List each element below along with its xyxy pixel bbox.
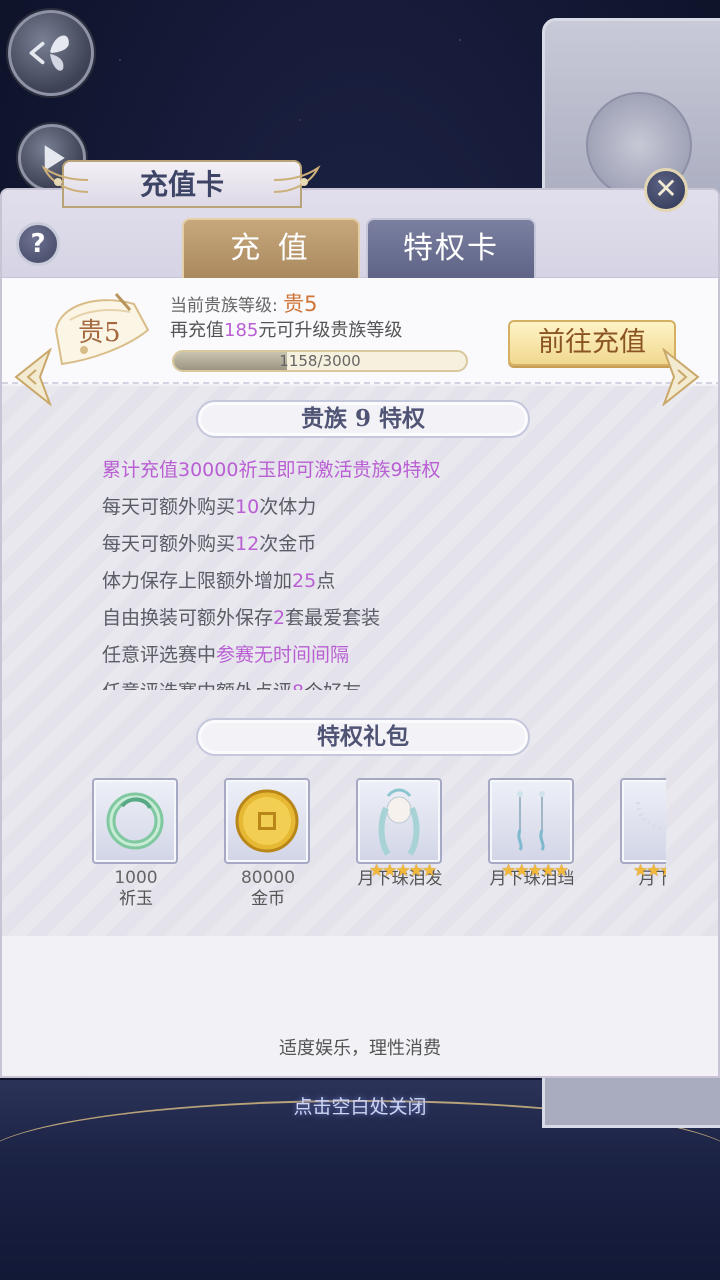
gift-pack-section-title: 特权礼包 xyxy=(196,718,530,756)
title-flourish-left-icon xyxy=(41,165,89,193)
privilege-item: 自由换装可额外保存2套最爱套装 xyxy=(102,607,381,629)
privilege-item: 每天可额外购买10次体力 xyxy=(102,496,317,518)
gift-quantity: 1000 xyxy=(114,868,158,888)
privilege-list[interactable]: 累计充值30000祈玉即可激活贵族9特权 每天可额外购买10次体力 每天可额外购… xyxy=(102,452,622,690)
privilege-section-title: 贵族 9 特权 xyxy=(196,400,530,438)
rarity-stars: ★★★★★ xyxy=(632,861,666,881)
privilege-item: 每天可额外购买12次金币 xyxy=(102,533,317,555)
jade-dragon-icon xyxy=(106,792,164,850)
gift-item[interactable]: 1000 祈玉 xyxy=(92,778,180,910)
gift-name: 金币 xyxy=(251,889,285,909)
progress-text: 1158/3000 xyxy=(279,352,361,370)
upgrade-requirement: 再充值185元可升级贵族等级 xyxy=(170,320,403,341)
gift-pack-list[interactable]: 1000 祈玉 80000 金币 ★★★★★ 月下珠泪发 ★★★★★ 月下珠泪珰… xyxy=(92,778,666,918)
gift-icon-frame: ★★★★★ xyxy=(620,778,666,880)
gift-item[interactable]: ★★★★★ 月下珠 xyxy=(620,778,666,890)
goto-recharge-button[interactable]: 前往充值 xyxy=(508,320,676,366)
gift-icon-frame: ★★★★★ xyxy=(356,778,442,880)
close-button[interactable]: ✕ xyxy=(644,168,688,212)
tab-recharge[interactable]: 充 值 xyxy=(182,218,360,278)
privilege-item: 任意评选赛中参赛无时间间隔 xyxy=(102,644,350,666)
gift-quantity: 80000 xyxy=(240,868,296,888)
noble-progress-bar: 1158/3000 xyxy=(172,350,468,372)
earrings-icon xyxy=(517,791,545,851)
footer-note: 适度娱乐，理性消费 xyxy=(279,1038,441,1059)
title-flourish-right-icon xyxy=(273,165,321,193)
tab-privilege-card[interactable]: 特权卡 xyxy=(366,218,536,278)
rarity-stars: ★★★★★ xyxy=(500,861,569,881)
gift-icon-frame: ★★★★★ xyxy=(488,778,574,880)
current-noble-level: 当前贵族等级: 贵5 xyxy=(170,292,318,316)
gift-item[interactable]: ★★★★★ 月下珠泪发 xyxy=(356,778,444,890)
dialog-title: 充值卡 xyxy=(62,160,302,208)
necklace-icon xyxy=(636,801,666,830)
next-arrow-icon[interactable] xyxy=(660,348,702,406)
privilege-item: 体力保存上限额外增加25点 xyxy=(102,570,336,592)
gold-coin-icon xyxy=(235,789,299,853)
background-side-panel-bottom xyxy=(542,1078,720,1128)
hair-icon xyxy=(378,788,420,856)
gift-icon-frame xyxy=(224,778,310,864)
rarity-stars: ★★★★★ xyxy=(368,861,437,881)
butterfly-back-icon xyxy=(29,35,69,71)
privilege-item: 任意评选赛中额外点评8个好友 xyxy=(102,674,622,690)
back-button[interactable] xyxy=(8,10,94,96)
gift-item[interactable]: ★★★★★ 月下珠泪珰 xyxy=(488,778,576,890)
gift-icon-frame xyxy=(92,778,178,864)
prev-arrow-icon[interactable] xyxy=(12,348,54,406)
help-button[interactable]: ? xyxy=(16,222,60,266)
noble-badge-label: 贵5 xyxy=(78,318,121,348)
gift-item[interactable]: 80000 金币 xyxy=(224,778,312,910)
privilege-item: 累计充值30000祈玉即可激活贵族9特权 xyxy=(102,459,441,481)
gift-name: 祈玉 xyxy=(119,889,153,909)
noble-info-strip: 贵5 当前贵族等级: 贵5 再充值185元可升级贵族等级 1158/3000 前… xyxy=(2,278,718,384)
